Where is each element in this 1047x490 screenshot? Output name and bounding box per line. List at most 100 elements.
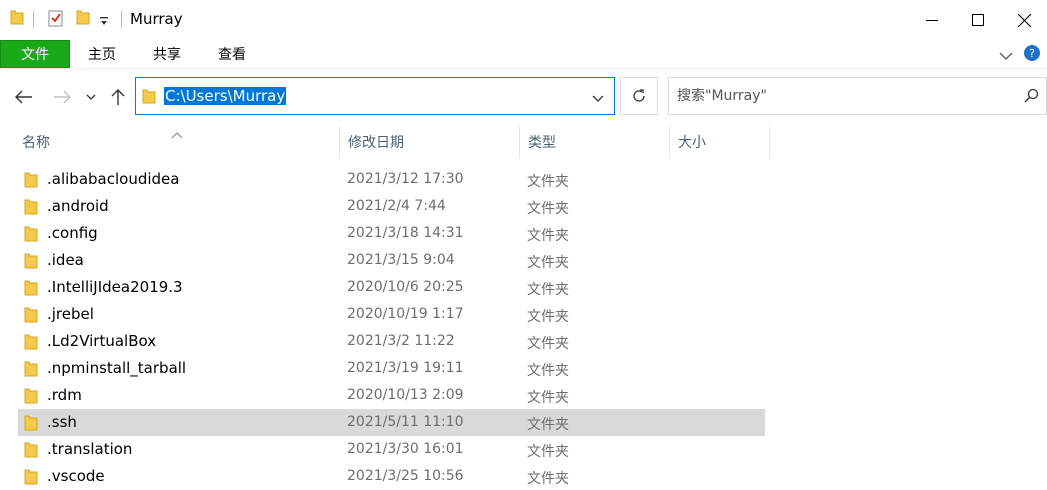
- file-modified: 2020/10/13 2:09: [347, 387, 464, 403]
- file-modified: 2021/3/30 16:01: [347, 441, 464, 457]
- title-bar: Murray: [0, 0, 1047, 40]
- file-type: 文件夹: [527, 309, 569, 325]
- folder-icon: [24, 225, 38, 246]
- folder-icon: [24, 333, 38, 354]
- list-item[interactable]: .alibabacloudidea 2021/3/12 17:30 文件夹: [18, 166, 765, 193]
- folder-icon: [24, 171, 38, 192]
- file-name: .IntelliJIdea2019.3: [47, 278, 183, 296]
- file-modified: 2021/3/15 9:04: [347, 252, 455, 268]
- file-modified: 2021/3/18 14:31: [347, 225, 464, 241]
- folder-icon: [24, 387, 38, 408]
- address-history-dropdown[interactable]: [592, 89, 604, 108]
- file-name: .npminstall_tarball: [47, 359, 187, 377]
- column-size[interactable]: 大小: [670, 126, 770, 158]
- file-name: .alibabacloudidea: [47, 170, 180, 188]
- divider: [121, 11, 122, 28]
- file-name: .jrebel: [47, 305, 94, 323]
- file-modified: 2020/10/6 20:25: [347, 279, 464, 295]
- help-icon[interactable]: ?: [1023, 44, 1041, 66]
- file-name: .idea: [47, 251, 84, 269]
- address-path[interactable]: C:\Users\Murray: [164, 87, 287, 105]
- arrow-left-icon: [15, 90, 32, 104]
- tab-home[interactable]: 主页: [80, 40, 124, 68]
- new-folder-icon[interactable]: [76, 9, 90, 29]
- file-modified: 2021/2/4 7:44: [347, 198, 446, 214]
- file-type: 文件夹: [527, 255, 569, 271]
- list-item[interactable]: .idea 2021/3/15 9:04 文件夹: [18, 247, 765, 274]
- file-modified: 2021/3/19 19:11: [347, 360, 464, 376]
- arrow-right-icon: [54, 90, 71, 104]
- list-item[interactable]: .translation 2021/3/30 16:01 文件夹: [18, 436, 765, 463]
- navigation-bar: C:\Users\Murray: [0, 68, 1047, 126]
- tab-file[interactable]: 文件: [0, 40, 70, 68]
- back-button[interactable]: [12, 86, 36, 108]
- folder-icon: [24, 252, 38, 273]
- list-item[interactable]: .IntelliJIdea2019.3 2020/10/6 20:25 文件夹: [18, 274, 765, 301]
- file-type: 文件夹: [527, 174, 569, 190]
- folder-icon: [24, 468, 38, 489]
- chevron-down-icon: [86, 94, 96, 100]
- forward-button[interactable]: [50, 86, 74, 108]
- file-type: 文件夹: [527, 201, 569, 217]
- search-input[interactable]: [677, 86, 1017, 106]
- file-name: .vscode: [47, 467, 105, 485]
- file-name: .rdm: [47, 386, 82, 404]
- recent-locations-button[interactable]: [80, 86, 102, 108]
- maximize-icon: [972, 14, 984, 26]
- column-name[interactable]: 名称: [14, 126, 340, 158]
- folder-icon: [142, 88, 156, 108]
- file-type: 文件夹: [527, 282, 569, 298]
- file-modified: 2021/3/12 17:30: [347, 171, 464, 187]
- maximize-button[interactable]: [955, 0, 1001, 40]
- file-type: 文件夹: [527, 336, 569, 352]
- list-item[interactable]: .Ld2VirtualBox 2021/3/2 11:22 文件夹: [18, 328, 765, 355]
- file-name: .android: [47, 197, 109, 215]
- file-modified: 2021/3/25 10:56: [347, 468, 464, 484]
- list-item[interactable]: .android 2021/2/4 7:44 文件夹: [18, 193, 765, 220]
- file-type: 文件夹: [527, 363, 569, 379]
- minimize-button[interactable]: [909, 0, 955, 40]
- tab-share[interactable]: 共享: [145, 40, 189, 68]
- folder-icon: [24, 414, 38, 435]
- search-icon[interactable]: [1024, 88, 1040, 108]
- close-button[interactable]: [1001, 0, 1047, 40]
- file-name: .ssh: [47, 413, 77, 431]
- file-modified: 2021/3/2 11:22: [347, 333, 455, 349]
- expand-ribbon-icon[interactable]: [999, 46, 1013, 65]
- folder-icon: [24, 279, 38, 300]
- address-bar[interactable]: C:\Users\Murray: [135, 77, 615, 115]
- ribbon-tabs: 文件 主页 共享 查看 ?: [0, 40, 1047, 68]
- column-header-row: 名称 修改日期 类型 大小: [0, 126, 1047, 158]
- file-name: .Ld2VirtualBox: [47, 332, 157, 350]
- chevron-down-icon: [592, 95, 604, 102]
- list-item[interactable]: .rdm 2020/10/13 2:09 文件夹: [18, 382, 765, 409]
- refresh-icon: [633, 89, 645, 102]
- list-item[interactable]: .jrebel 2020/10/19 1:17 文件夹: [18, 301, 765, 328]
- list-item-selected[interactable]: .ssh 2021/5/11 11:10 文件夹: [18, 409, 765, 436]
- folder-icon: [10, 9, 24, 29]
- file-modified: 2020/10/19 1:17: [347, 306, 464, 322]
- file-name: .translation: [47, 440, 133, 458]
- folder-icon: [24, 360, 38, 381]
- list-item[interactable]: .vscode 2021/3/25 10:56 文件夹: [18, 463, 765, 490]
- column-modified[interactable]: 修改日期: [340, 126, 520, 158]
- file-type: 文件夹: [527, 390, 569, 406]
- search-box[interactable]: [668, 77, 1047, 115]
- up-button[interactable]: [106, 86, 130, 108]
- list-item[interactable]: .npminstall_tarball 2021/3/19 19:11 文件夹: [18, 355, 765, 382]
- folder-icon: [24, 441, 38, 462]
- column-type[interactable]: 类型: [520, 126, 670, 158]
- file-type: 文件夹: [527, 228, 569, 244]
- customize-quick-access-icon[interactable]: [99, 12, 109, 31]
- list-item[interactable]: .config 2021/3/18 14:31 文件夹: [18, 220, 765, 247]
- properties-icon[interactable]: [48, 9, 64, 31]
- folder-icon: [24, 306, 38, 327]
- file-type: 文件夹: [527, 417, 569, 433]
- file-type: 文件夹: [527, 471, 569, 487]
- file-list: .alibabacloudidea 2021/3/12 17:30 文件夹 .a…: [0, 166, 1047, 487]
- minimize-icon: [926, 20, 938, 21]
- refresh-button[interactable]: [620, 77, 658, 115]
- arrow-up-icon: [111, 89, 125, 105]
- svg-text:?: ?: [1029, 47, 1035, 60]
- tab-view[interactable]: 查看: [210, 40, 254, 68]
